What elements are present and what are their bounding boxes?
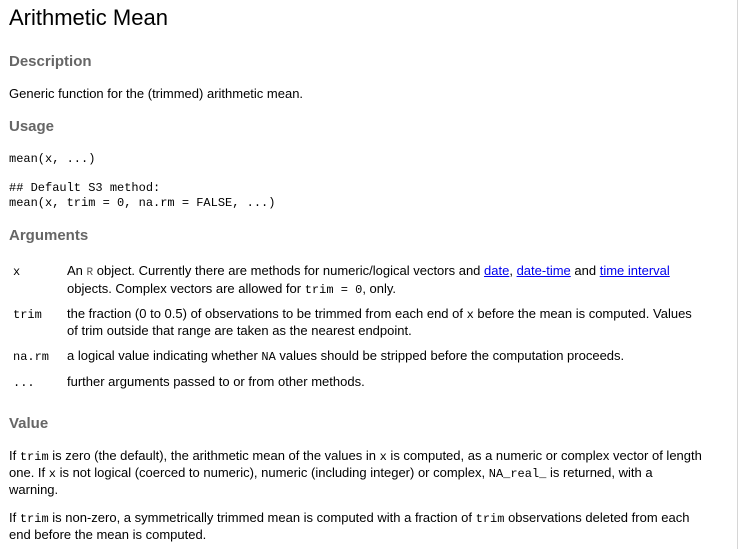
arg-narm-text-1: a logical value indicating whether — [67, 348, 262, 363]
arg-trim-text-3: of trim outside that range are taken as … — [67, 323, 412, 338]
description-heading: Description — [9, 53, 92, 70]
page-title: Arithmetic Mean — [9, 5, 168, 30]
link-date-time[interactable]: date-time — [517, 263, 571, 278]
arg-x-code: trim = 0 — [304, 283, 363, 297]
value-p1-text-b: is zero (the default), the arithmetic me… — [48, 448, 380, 463]
arg-desc-trim: the fraction (0 to 0.5) of observations … — [67, 306, 727, 339]
link-date[interactable]: date — [484, 263, 509, 278]
arg-trim-code: x — [466, 308, 474, 322]
value-p2-text-b: is non-zero, a symmetrically trimmed mea… — [48, 510, 476, 525]
arg-x-text-1: An — [67, 263, 87, 278]
usage-line-1: mean(x, ...) — [9, 152, 96, 166]
arg-name-trim: trim — [13, 308, 42, 322]
arg-x-text-3: objects. Complex vectors are allowed for — [67, 281, 305, 296]
value-p1-text-d: one. If — [9, 465, 49, 480]
arg-desc-narm: a logical value indicating whether NA va… — [67, 348, 727, 365]
value-p2-code-trim2: trim — [475, 512, 505, 526]
value-p1-text-g: warning. — [9, 482, 59, 497]
arg-x-text-4: , only. — [362, 281, 397, 296]
value-p2-text-c: observations deleted from each — [504, 510, 690, 525]
value-p2-text-a: If — [9, 510, 20, 525]
value-paragraph-1: If trim is zero (the default), the arith… — [9, 448, 731, 498]
value-p2-code-trim: trim — [19, 512, 49, 526]
arg-name-narm: na.rm — [13, 350, 50, 364]
value-p1-text-f: is returned, with a — [546, 465, 653, 480]
value-heading: Value — [9, 415, 49, 432]
value-p1-text-a: If — [9, 448, 20, 463]
arg-x-and: and — [570, 263, 600, 278]
value-p1-code-x: x — [379, 450, 387, 464]
value-p1-text-e: is not logical (coerced to numeric), num… — [55, 465, 489, 480]
value-p2-text-d: end before the mean is computed. — [9, 527, 207, 542]
description-text: Generic function for the (trimmed) arith… — [9, 86, 304, 101]
usage-comment: ## Default S3 method: — [9, 181, 161, 195]
arg-name-dots: ... — [13, 376, 35, 390]
arg-narm-code: NA — [261, 350, 276, 364]
arg-name-x: x — [13, 265, 21, 279]
arg-trim-text-1: the fraction (0 to 0.5) of observations … — [67, 306, 467, 321]
arguments-heading: Arguments — [9, 227, 89, 244]
arg-narm-text-2: values should be stripped before the com… — [275, 348, 625, 363]
arg-x-sep: , — [509, 263, 517, 278]
arg-trim-text-2: before the mean is computed. Values — [473, 306, 692, 321]
link-time-interval[interactable]: time interval — [600, 263, 670, 278]
value-paragraph-2: If trim is non-zero, a symmetrically tri… — [9, 510, 731, 543]
arg-desc-x: An R object. Currently there are methods… — [67, 263, 727, 298]
arg-x-text-2: object. Currently there are methods for … — [93, 263, 485, 278]
usage-heading: Usage — [9, 118, 55, 135]
arg-desc-dots: further arguments passed to or from othe… — [67, 374, 365, 389]
usage-line-2: mean(x, trim = 0, na.rm = FALSE, ...) — [9, 196, 276, 210]
value-p1-text-c: is computed, as a numeric or complex vec… — [386, 448, 702, 463]
value-p1-code-na-real: NA_real_ — [488, 467, 547, 481]
value-p1-code-trim: trim — [19, 450, 49, 464]
value-p1-code-x2: x — [48, 467, 56, 481]
